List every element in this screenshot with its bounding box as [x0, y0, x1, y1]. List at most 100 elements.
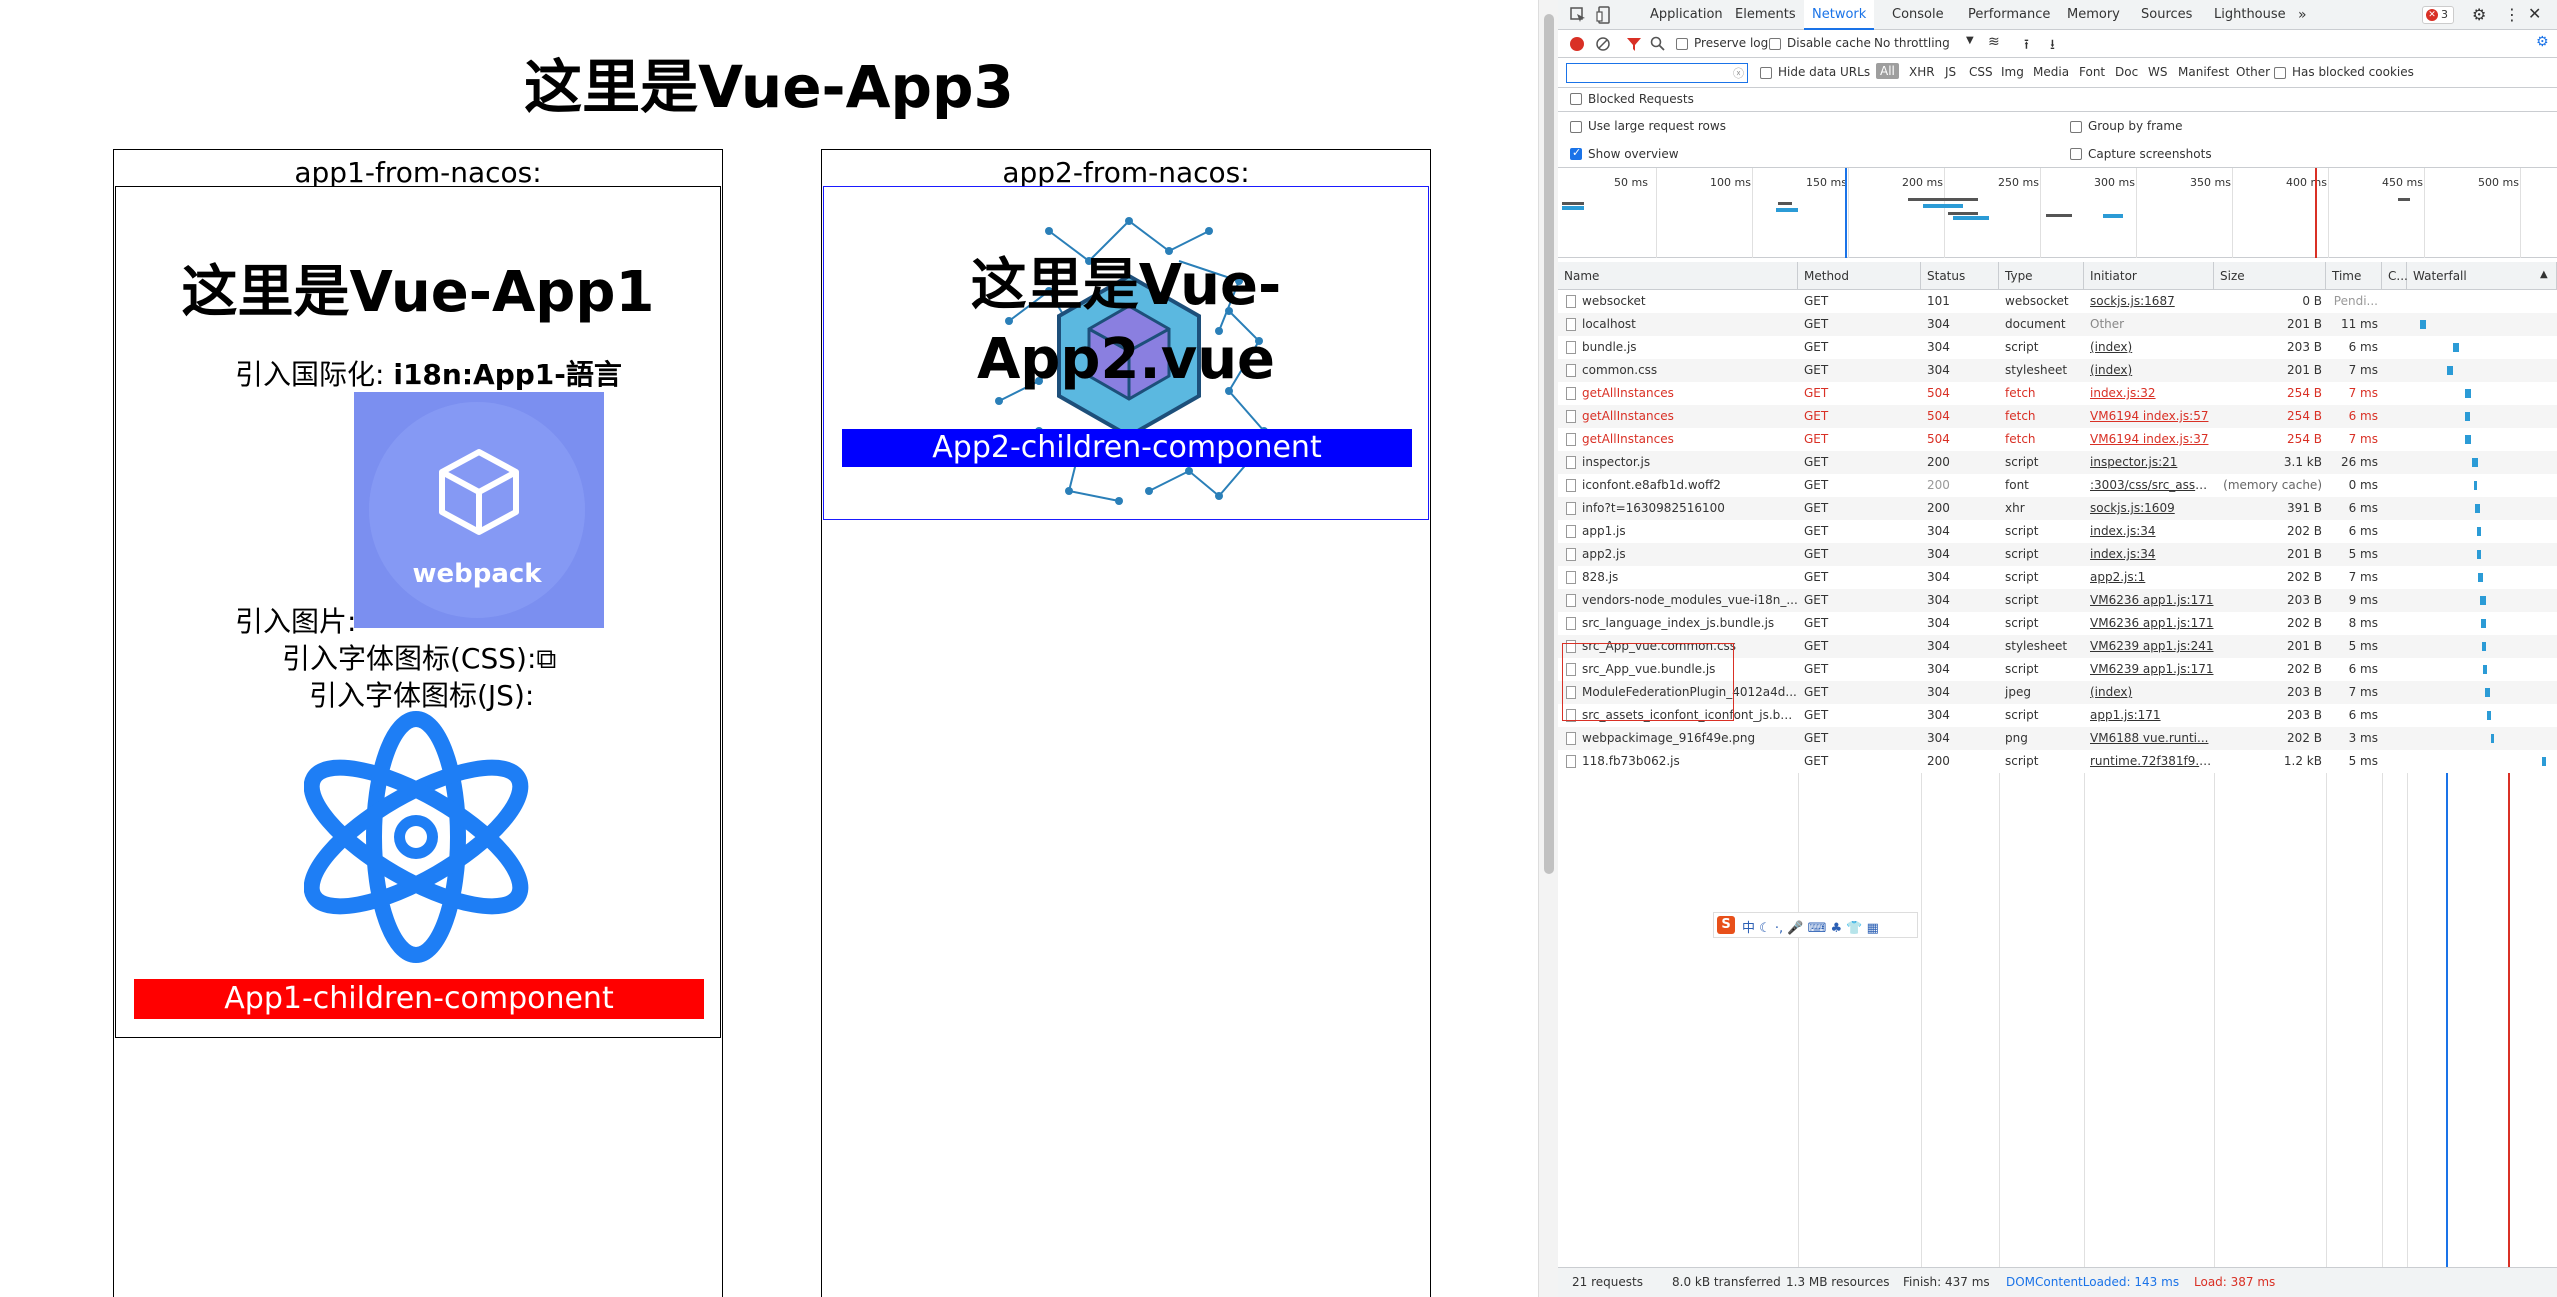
cell-initiator[interactable]: index.js:32 — [2084, 382, 2214, 405]
filter-type-xhr[interactable]: XHR — [1909, 65, 1935, 79]
col-name[interactable]: Name — [1558, 262, 1798, 290]
cell-initiator[interactable]: (index) — [2084, 681, 2214, 704]
cell-initiator[interactable]: VM6194 index.js:37 — [2084, 428, 2214, 451]
clear-filter-icon[interactable]: ⓧ — [1733, 65, 1744, 81]
col-time[interactable]: Time — [2326, 262, 2382, 290]
search-icon[interactable] — [1650, 36, 1666, 52]
tab-memory[interactable]: Memory — [2067, 0, 2120, 30]
cell-initiator[interactable]: index.js:34 — [2084, 520, 2214, 543]
filter-type-font[interactable]: Font — [2079, 65, 2105, 79]
table-row[interactable]: 118.fb73b062.js GET 200 script runtime.72f38… — [1558, 750, 2557, 773]
preserve-log-checkbox[interactable] — [1676, 38, 1688, 50]
tab-elements[interactable]: Elements — [1735, 0, 1796, 30]
network-conditions-icon[interactable]: ≋ — [1988, 34, 2000, 50]
ime-toolbar[interactable]: S 中 ☾ ·, 🎤 ⌨ ♣ 👕 ▦ — [1713, 912, 1918, 938]
col-initiator[interactable]: Initiator — [2084, 262, 2214, 290]
group-by-frame-checkbox[interactable] — [2070, 121, 2082, 133]
cell-initiator[interactable]: (index) — [2084, 336, 2214, 359]
more-options-icon[interactable]: ⋮ — [2504, 5, 2520, 24]
tab-network[interactable]: Network — [1804, 0, 1875, 30]
col-size[interactable]: Size — [2214, 262, 2326, 290]
inspect-element-icon[interactable] — [1570, 7, 1586, 23]
close-devtools-icon[interactable]: ✕ — [2528, 4, 2541, 23]
error-badge[interactable]: ✕ 3 — [2422, 6, 2454, 24]
col-waterfall[interactable]: Waterfall — [2407, 262, 2557, 290]
cell-initiator[interactable]: sockjs.js:1687 — [2084, 290, 2214, 313]
cell-initiator[interactable]: app1.js:171 — [2084, 704, 2214, 727]
cell-initiator[interactable]: Other — [2084, 313, 2214, 336]
more-tabs-icon[interactable]: » — [2298, 7, 2307, 23]
table-row[interactable]: getAllInstances GET 504 fetch VM6194 index.j… — [1558, 428, 2557, 451]
capture-screenshots-checkbox[interactable] — [2070, 148, 2082, 160]
network-settings-gear-icon[interactable]: ⚙ — [2536, 34, 2549, 50]
import-har-icon[interactable]: ⭱ — [2024, 34, 2029, 58]
table-row[interactable]: inspector.js GET 200 script inspector.js:21 3… — [1558, 451, 2557, 474]
table-row[interactable]: localhost GET 304 document Other 201 B 11 ms — [1558, 313, 2557, 336]
show-overview-checkbox[interactable] — [1570, 146, 1582, 160]
cell-initiator[interactable]: VM6236 app1.js:171 — [2084, 612, 2214, 635]
cell-initiator[interactable]: VM6239 app1.js:171 — [2084, 658, 2214, 681]
table-row[interactable]: common.css GET 304 stylesheet (index) 201 B 7 … — [1558, 359, 2557, 382]
table-row[interactable]: bundle.js GET 304 script (index) 203 B 6 ms — [1558, 336, 2557, 359]
tab-console[interactable]: Console — [1892, 0, 1944, 30]
cell-initiator[interactable]: runtime.72f381f9.js:1 — [2084, 750, 2214, 773]
table-row[interactable]: iconfont.e8afb1d.woff2 GET 200 font:3003/cs… — [1558, 474, 2557, 497]
cell-initiator[interactable]: VM6194 index.js:57 — [2084, 405, 2214, 428]
filter-input[interactable] — [1566, 63, 1748, 83]
blocked-requests-checkbox[interactable] — [1570, 93, 1582, 105]
cell-initiator[interactable]: inspector.js:21 — [2084, 451, 2214, 474]
table-row[interactable]: src_language_index_js.bundle.js GET 304 scr… — [1558, 612, 2557, 635]
cell-initiator[interactable]: app2.js:1 — [2084, 566, 2214, 589]
table-row[interactable]: getAllInstances GET 504 fetch index.js:32 254… — [1558, 382, 2557, 405]
cell-initiator[interactable]: VM6236 app1.js:171 — [2084, 589, 2214, 612]
has-blocked-cookies-checkbox[interactable] — [2274, 67, 2286, 79]
hide-data-urls-checkbox[interactable] — [1760, 67, 1772, 79]
clear-icon[interactable] — [1595, 36, 1611, 52]
filter-type-media[interactable]: Media — [2033, 65, 2069, 79]
scrollbar-thumb[interactable] — [1544, 14, 1554, 874]
filter-type-js[interactable]: JS — [1945, 65, 1956, 79]
table-row[interactable]: info?t=1630982516100 GET 200 xhr sockjs.js:1… — [1558, 497, 2557, 520]
settings-gear-icon[interactable]: ⚙ — [2472, 5, 2486, 24]
col-status[interactable]: Status — [1921, 262, 1999, 290]
table-row[interactable]: app2.js GET 304 script index.js:34 201 B 5 ms — [1558, 543, 2557, 566]
col-connection[interactable]: C... — [2382, 262, 2408, 290]
table-row[interactable]: getAllInstances GET 504 fetch VM6194 index.j… — [1558, 405, 2557, 428]
throttling-select[interactable]: No throttling — [1874, 36, 1950, 50]
sogou-logo-icon[interactable]: S — [1717, 916, 1735, 934]
col-method[interactable]: Method — [1798, 262, 1921, 290]
page-scrollbar[interactable] — [1538, 0, 1558, 1297]
cell-initiator[interactable]: sockjs.js:1609 — [2084, 497, 2214, 520]
table-row[interactable]: websocket GET 101 websocket sockjs.js:1687 0 … — [1558, 290, 2557, 313]
ime-mode-icon[interactable]: 中 ☾ ·, 🎤 ⌨ ♣ 👕 ▦ — [1742, 917, 1879, 936]
network-overview[interactable]: 50 ms 100 ms 150 ms 200 ms 250 ms 300 ms… — [1558, 168, 2557, 258]
tab-lighthouse[interactable]: Lighthouse — [2214, 0, 2286, 30]
sort-up-icon[interactable]: ▲ — [2540, 269, 2548, 280]
filter-icon[interactable] — [1626, 36, 1642, 52]
table-row[interactable]: webpackimage_916f49e.png GET 304 png VM6188 … — [1558, 727, 2557, 750]
cell-initiator[interactable]: VM6188 vue.runti... — [2084, 727, 2214, 750]
filter-type-other[interactable]: Other — [2236, 65, 2270, 79]
filter-type-ws[interactable]: WS — [2148, 65, 2167, 79]
chevron-down-icon[interactable]: ▼ — [1966, 35, 1974, 46]
filter-type-css[interactable]: CSS — [1969, 65, 1993, 79]
table-row[interactable]: app1.js GET 304 script index.js:34 202 B 6 ms — [1558, 520, 2557, 543]
table-row[interactable]: 828.js GET 304 script app2.js:1 202 B 7 ms — [1558, 566, 2557, 589]
cell-initiator[interactable]: VM6239 app1.js:241 — [2084, 635, 2214, 658]
filter-type-manifest[interactable]: Manifest — [2178, 65, 2229, 79]
cell-initiator[interactable]: index.js:34 — [2084, 543, 2214, 566]
tab-sources[interactable]: Sources — [2141, 0, 2192, 30]
export-har-icon[interactable]: ⭳ — [2050, 34, 2055, 58]
filter-type-all[interactable]: All — [1876, 63, 1899, 79]
cell-initiator[interactable]: :3003/css/src_asset... — [2084, 474, 2214, 497]
disable-cache-checkbox[interactable] — [1769, 38, 1781, 50]
tab-performance[interactable]: Performance — [1968, 0, 2050, 30]
device-toolbar-icon[interactable] — [1596, 6, 1612, 24]
record-icon[interactable] — [1570, 37, 1584, 51]
large-rows-checkbox[interactable] — [1570, 121, 1582, 133]
tab-application[interactable]: Application — [1650, 0, 1723, 30]
col-type[interactable]: Type — [1999, 262, 2084, 290]
filter-type-doc[interactable]: Doc — [2115, 65, 2138, 79]
cell-initiator[interactable]: (index) — [2084, 359, 2214, 382]
table-row[interactable]: vendors-node_modules_vue-i18n_... GET 304 s… — [1558, 589, 2557, 612]
